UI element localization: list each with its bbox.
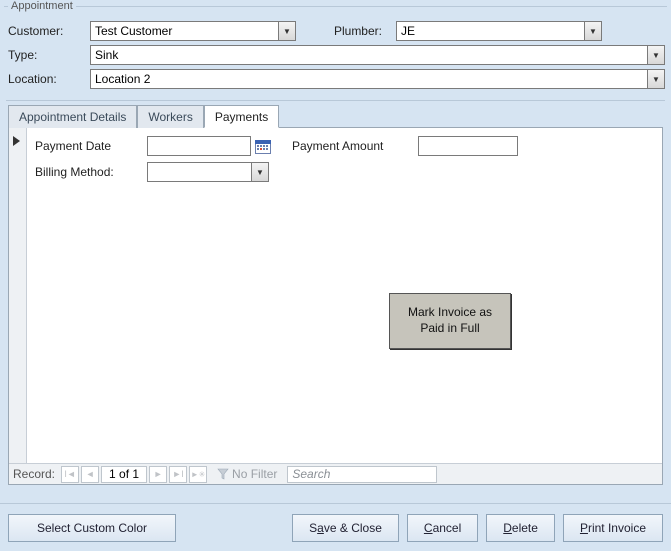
calendar-icon[interactable] <box>254 137 272 155</box>
type-combo[interactable]: Sink ▼ <box>90 45 665 65</box>
action-bar: Select Custom Color Save & Close Cancel … <box>0 503 671 551</box>
no-filter-indicator[interactable]: No Filter <box>217 467 277 481</box>
record-navigator: Record: I◄ ◄ 1 of 1 ► ►I ►✳ No Filter Se… <box>9 463 662 484</box>
billing-method-label: Billing Method: <box>35 165 147 179</box>
record-selector[interactable] <box>9 128 27 484</box>
tab-workers[interactable]: Workers <box>137 105 203 128</box>
appointment-window: Appointment Customer: Test Customer ▼ Pl… <box>0 0 671 551</box>
customer-combo[interactable]: Test Customer ▼ <box>90 21 296 41</box>
mark-paid-button[interactable]: Mark Invoice as Paid in Full <box>389 293 511 349</box>
tab-payments[interactable]: Payments <box>204 105 279 128</box>
nav-position[interactable]: 1 of 1 <box>101 466 147 483</box>
nav-next-button[interactable]: ► <box>149 466 167 483</box>
location-label: Location: <box>6 72 90 86</box>
tabstrip: Appointment Details Workers Payments <box>8 104 663 128</box>
location-value: Location 2 <box>91 72 647 86</box>
type-label: Type: <box>6 48 90 62</box>
plumber-label: Plumber: <box>316 24 396 38</box>
record-pointer-icon <box>13 136 20 146</box>
customer-value: Test Customer <box>91 24 278 38</box>
tabpage-payments: Payment Date Payment Amount Billin <box>8 128 663 485</box>
nav-prev-button[interactable]: ◄ <box>81 466 99 483</box>
nav-new-button[interactable]: ►✳ <box>189 466 207 483</box>
divider <box>6 100 665 101</box>
nav-last-button[interactable]: ►I <box>169 466 187 483</box>
group-title: Appointment <box>8 0 76 12</box>
chevron-down-icon[interactable]: ▼ <box>584 22 601 40</box>
nav-first-button[interactable]: I◄ <box>61 466 79 483</box>
billing-method-combo[interactable]: ▼ <box>147 162 269 182</box>
mark-paid-line1: Mark Invoice as <box>408 305 492 319</box>
customer-label: Customer: <box>6 24 90 38</box>
mark-paid-line2: Paid in Full <box>420 321 479 335</box>
payment-date-input[interactable] <box>147 136 251 156</box>
tab-appointment-details[interactable]: Appointment Details <box>8 105 137 128</box>
chevron-down-icon[interactable]: ▼ <box>278 22 295 40</box>
chevron-down-icon[interactable]: ▼ <box>251 163 268 181</box>
payment-date-label: Payment Date <box>35 139 147 153</box>
location-combo[interactable]: Location 2 ▼ <box>90 69 665 89</box>
chevron-down-icon[interactable]: ▼ <box>647 46 664 64</box>
save-close-button[interactable]: Save & Close <box>292 514 399 542</box>
type-value: Sink <box>91 48 647 62</box>
payment-amount-label: Payment Amount <box>292 139 418 153</box>
payment-amount-input[interactable] <box>418 136 518 156</box>
plumber-value: JE <box>397 24 584 38</box>
search-input[interactable]: Search <box>287 466 437 483</box>
cancel-button[interactable]: Cancel <box>407 514 478 542</box>
delete-button[interactable]: Delete <box>486 514 555 542</box>
print-invoice-button[interactable]: Print Invoice <box>563 514 663 542</box>
select-custom-color-button[interactable]: Select Custom Color <box>8 514 176 542</box>
payment-form: Payment Date Payment Amount Billin <box>35 134 656 186</box>
chevron-down-icon[interactable]: ▼ <box>647 70 664 88</box>
plumber-combo[interactable]: JE ▼ <box>396 21 602 41</box>
funnel-icon <box>217 468 229 480</box>
header-area: Customer: Test Customer ▼ Plumber: JE ▼ … <box>6 20 665 92</box>
recordnav-label: Record: <box>13 467 55 481</box>
